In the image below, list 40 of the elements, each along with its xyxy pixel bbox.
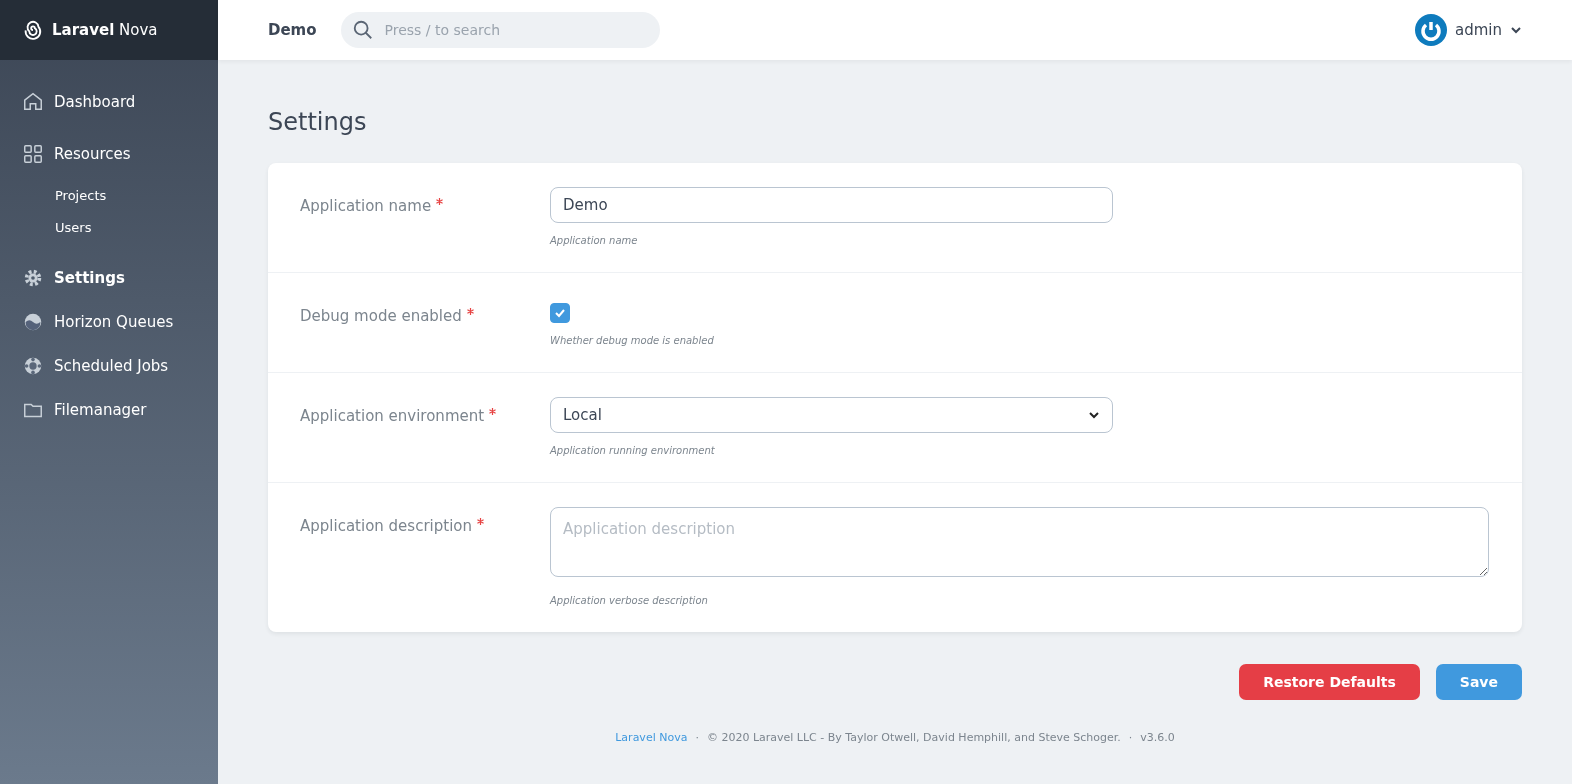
field-label: Debug mode enabled: [300, 296, 550, 348]
separator-dot: ·: [695, 730, 699, 747]
separator-dot: ·: [1128, 730, 1133, 747]
app-logo-text: Laravel Nova: [52, 19, 158, 41]
sidebar-item[interactable]: Users: [0, 212, 218, 244]
select-field[interactable]: Local: [550, 396, 1113, 433]
sidebar-item[interactable]: Settings: [0, 256, 218, 300]
help-text: Application verbose description: [550, 594, 709, 609]
field-label: Application environment: [300, 396, 550, 458]
restore-defaults-button[interactable]: Restore Defaults: [1239, 664, 1420, 701]
help-text: Application name: [550, 233, 639, 248]
app-name: Demo: [268, 19, 317, 41]
sidebar-item[interactable]: Resources: [0, 132, 218, 176]
home-icon: [22, 91, 44, 113]
chevron-down-icon: [1088, 410, 1100, 419]
footer-text: v3.6.0: [1140, 730, 1175, 747]
wave-circle-icon: [22, 311, 44, 333]
grid-icon: [22, 143, 44, 165]
help-text: Application running environment: [550, 443, 716, 458]
checkbox[interactable]: [550, 302, 570, 323]
help-text: Whether debug mode is enabled: [550, 333, 714, 348]
checkmark-icon: [554, 307, 566, 318]
caret-icon: [1510, 26, 1522, 34]
search-field[interactable]: Press / to search: [340, 12, 660, 48]
sidebar-item[interactable]: Filemanager: [0, 388, 218, 432]
sidebar-item[interactable]: Projects: [0, 180, 218, 212]
sidebar-item[interactable]: Scheduled Jobs: [0, 344, 218, 388]
footer-text: © 2020 Laravel LLC - By Taylor Otwell, David Hemphill, and Steve Schoger.: [706, 730, 1121, 747]
page-title: Settings: [268, 108, 368, 137]
field-label: Application description: [300, 506, 550, 609]
gear-icon: [22, 267, 44, 289]
user-menu[interactable]: admin: [1415, 14, 1522, 46]
text-input[interactable]: Demo: [550, 186, 1113, 223]
sidebar-item[interactable]: Dashboard: [0, 80, 218, 124]
field-label: Application name: [300, 186, 550, 248]
avatar-icon: [1415, 14, 1447, 46]
life-ring-icon: [22, 355, 44, 377]
spiral-logo-icon: [22, 19, 44, 41]
sidebar-item[interactable]: Horizon Queues: [0, 300, 218, 344]
textarea-field[interactable]: Application description: [550, 506, 1489, 577]
